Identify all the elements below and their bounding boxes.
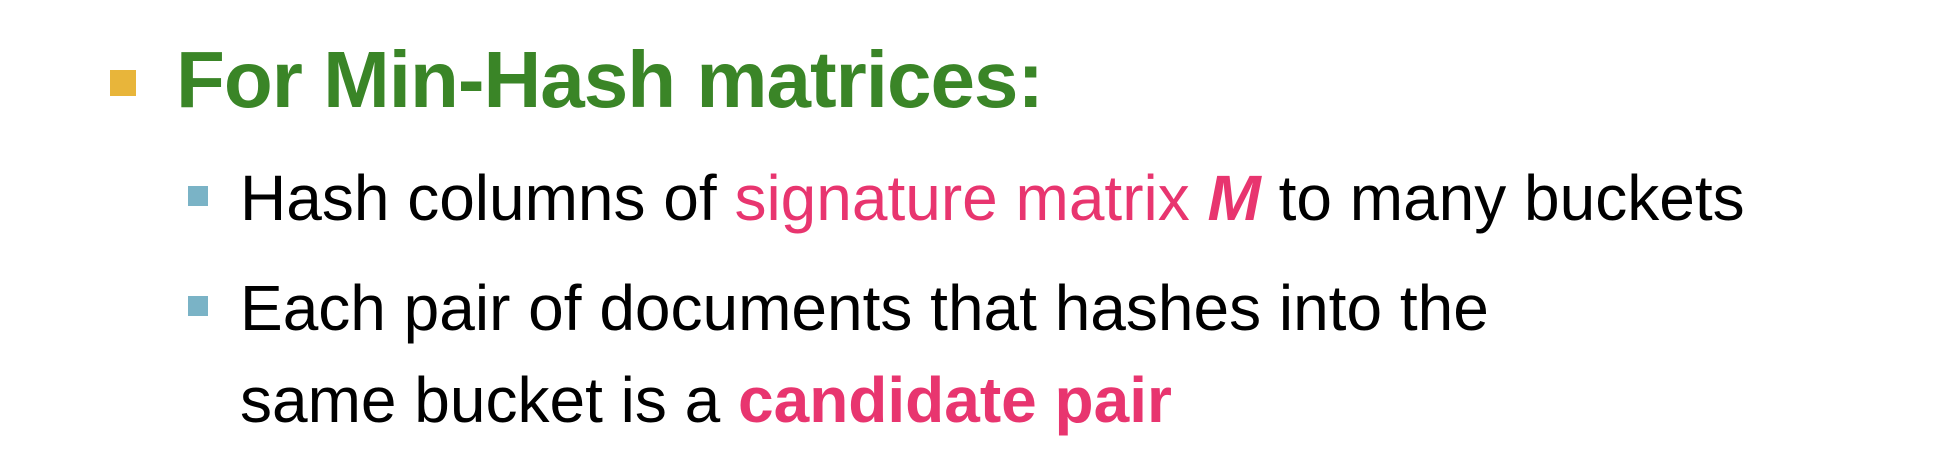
slide-heading: For Min-Hash matrices:: [176, 35, 1044, 124]
square-bullet-icon: [110, 70, 136, 96]
matrix-symbol: M: [1207, 162, 1261, 234]
candidate-pair-text: candidate pair: [738, 364, 1172, 436]
bullet-candidate-pair-line1: Each pair of documents that hashes into …: [240, 272, 1489, 344]
bullet-hash-columns: Hash columns of signature matrix M to ma…: [240, 158, 1745, 238]
bullet-candidate-pair-line2: same bucket is a candidate pair: [240, 360, 1172, 440]
bullet-text: same bucket is a: [240, 364, 738, 436]
slide: For Min-Hash matrices: Hash columns of s…: [0, 0, 1936, 456]
square-bullet-icon: [188, 186, 208, 206]
square-bullet-icon: [188, 296, 208, 316]
bullet-text: Hash columns of: [240, 162, 735, 234]
bullet-text: to many buckets: [1260, 162, 1745, 234]
signature-matrix-text: signature matrix: [734, 162, 1208, 234]
